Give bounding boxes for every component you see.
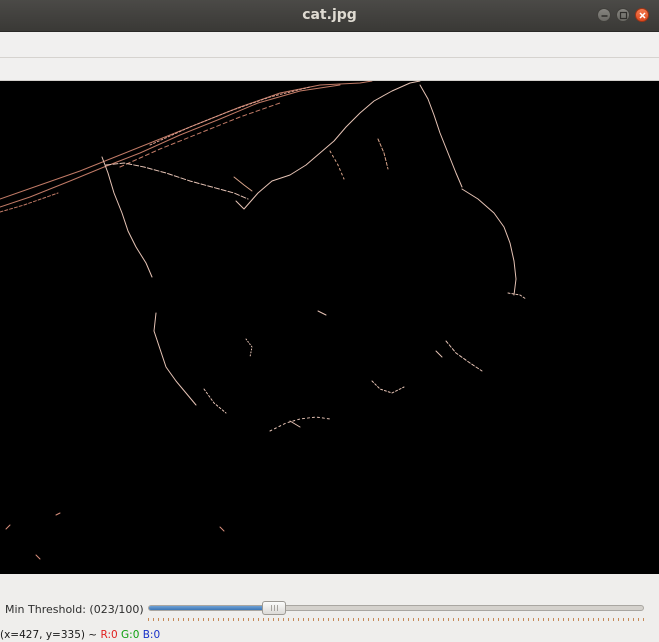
maximize-icon <box>619 11 628 20</box>
edge-detected-cat-image <box>0 81 527 560</box>
title-bar[interactable]: cat.jpg <box>0 0 659 32</box>
image-view[interactable] <box>0 81 659 574</box>
slider-ticks <box>148 618 644 621</box>
trackbar-panel: Min Threshold: (023/100) <box>0 574 659 628</box>
cursor-coordinates: (x=427, y=335) ~ <box>0 629 98 641</box>
trackbar-label: Min Threshold: (023/100) <box>5 603 144 616</box>
minimize-icon <box>601 15 608 17</box>
status-bar: (x=427, y=335) ~ R:0 G:0 B:0 <box>0 628 659 642</box>
window-title: cat.jpg <box>302 7 357 23</box>
toolbar-secondary <box>0 58 659 81</box>
pixel-blue: B:0 <box>142 629 161 641</box>
minimize-button[interactable] <box>597 8 611 22</box>
threshold-slider[interactable] <box>148 601 644 615</box>
close-button[interactable] <box>635 8 649 22</box>
slider-handle[interactable] <box>262 601 286 615</box>
close-icon <box>639 12 646 19</box>
grip-line <box>274 605 275 611</box>
grip-line <box>271 605 272 611</box>
app-window: cat.jpg Min Threshold: (023/100) (x=427,… <box>0 0 659 642</box>
toolbar <box>0 32 659 58</box>
pixel-red: R:0 <box>100 629 118 641</box>
slider-fill <box>149 606 274 610</box>
grip-line <box>277 605 278 611</box>
pixel-green: G:0 <box>121 629 140 641</box>
maximize-button[interactable] <box>616 8 630 22</box>
